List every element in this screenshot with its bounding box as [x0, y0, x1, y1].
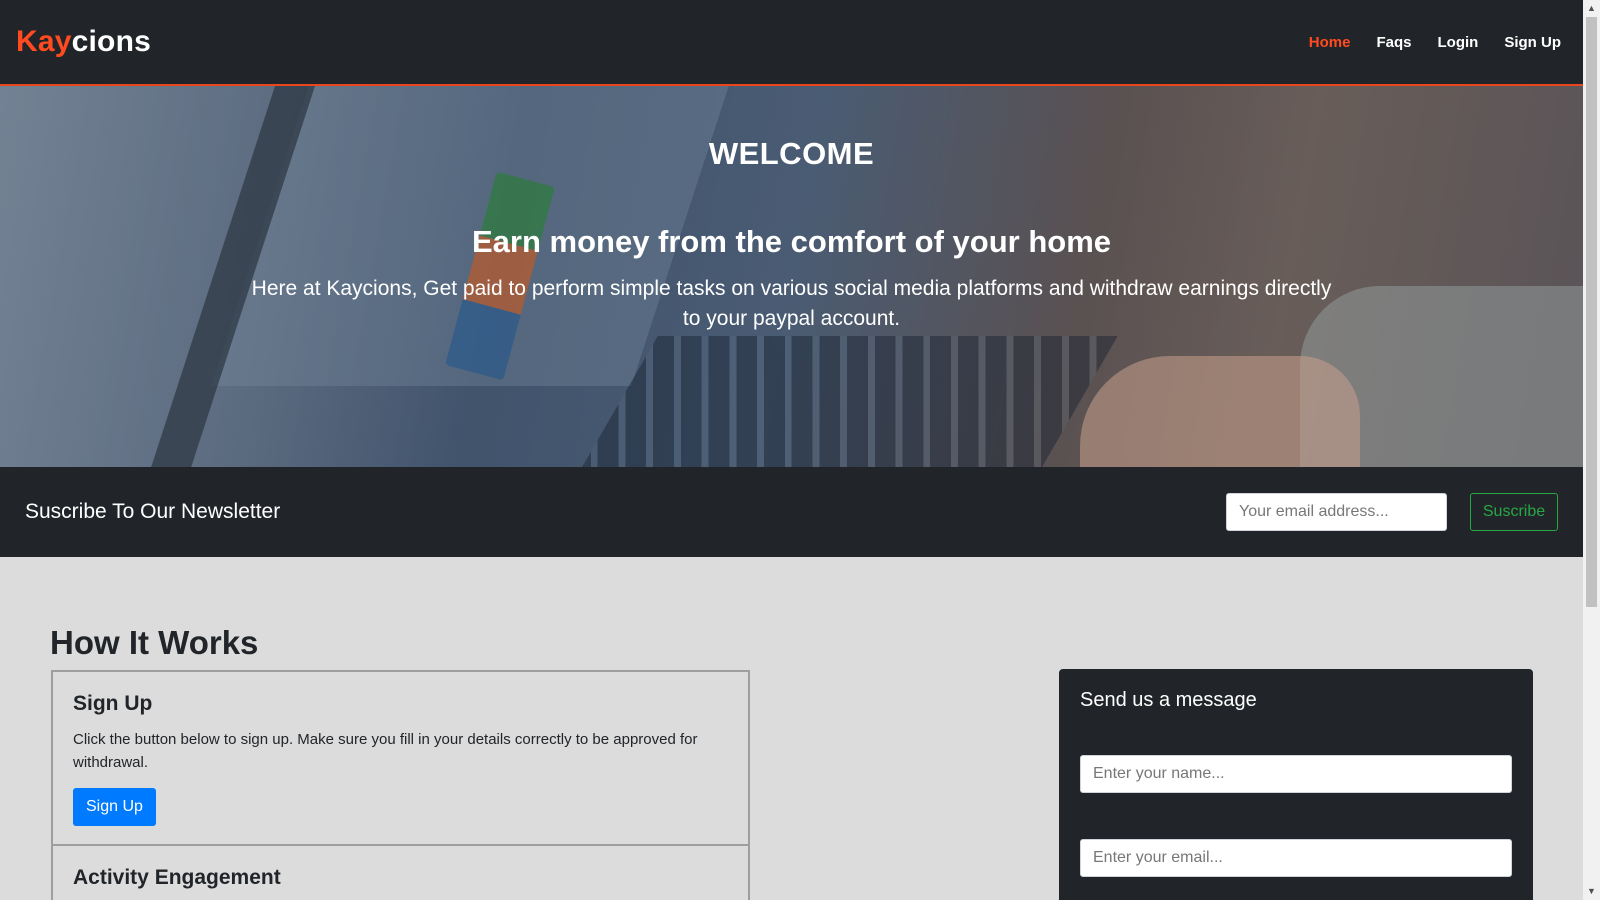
brand-accent: Kay — [16, 25, 72, 58]
contact-title: Send us a message — [1080, 689, 1257, 711]
step-sign-up: Sign Up Click the button below to sign u… — [53, 672, 748, 846]
scroll-down-icon[interactable]: ▼ — [1583, 883, 1600, 900]
newsletter-form: Suscribe — [1226, 493, 1558, 531]
vertical-scrollbar[interactable]: ▲ ▼ — [1583, 0, 1600, 900]
hero-content: WELCOME Earn money from the comfort of y… — [0, 86, 1583, 334]
hero-banner: WELCOME Earn money from the comfort of y… — [0, 86, 1583, 467]
scroll-up-icon[interactable]: ▲ — [1583, 0, 1600, 17]
nav-links: Home Faqs Login Sign Up — [1309, 34, 1567, 51]
newsletter-email-input[interactable] — [1226, 493, 1447, 531]
contact-panel: Send us a message — [1059, 669, 1533, 900]
navbar: Kaycions Home Faqs Login Sign Up — [0, 0, 1583, 86]
step-description: Click the button below to sign up. Make … — [73, 731, 698, 771]
hero-tagline: Earn money from the comfort of your home — [471, 224, 1111, 259]
step-activity-engagement: Activity Engagement — [53, 846, 748, 890]
subscribe-button[interactable]: Suscribe — [1470, 493, 1558, 531]
newsletter-bar: Suscribe To Our Newsletter Suscribe — [0, 467, 1583, 557]
sign-up-button[interactable]: Sign Up — [73, 788, 156, 826]
hero-bg-hand — [1080, 356, 1360, 467]
nav-faqs[interactable]: Faqs — [1376, 34, 1411, 51]
newsletter-title: Suscribe To Our Newsletter — [25, 500, 281, 523]
step-title: Activity Engagement — [73, 866, 281, 889]
scrollbar-thumb[interactable] — [1586, 17, 1597, 607]
how-it-works-card: Sign Up Click the button below to sign u… — [51, 670, 750, 900]
nav-signup[interactable]: Sign Up — [1504, 34, 1561, 51]
how-it-works-title: How It Works — [50, 624, 259, 661]
hero-description: Here at Kaycions, Get paid to perform si… — [251, 277, 1332, 330]
brand-rest: cions — [71, 25, 151, 58]
brand-logo[interactable]: Kaycions — [16, 25, 151, 59]
nav-home[interactable]: Home — [1309, 34, 1351, 51]
name-input[interactable] — [1080, 755, 1512, 793]
step-title: Sign Up — [73, 692, 153, 715]
hero-welcome: WELCOME — [708, 136, 875, 171]
email-input[interactable] — [1080, 839, 1512, 877]
nav-login[interactable]: Login — [1438, 34, 1479, 51]
